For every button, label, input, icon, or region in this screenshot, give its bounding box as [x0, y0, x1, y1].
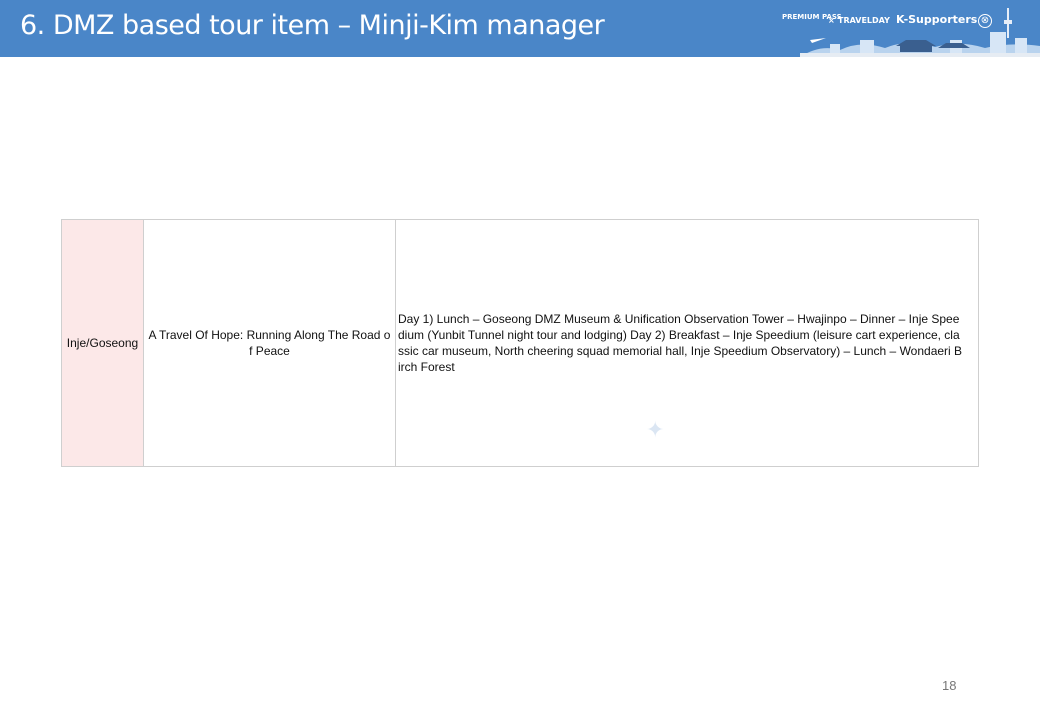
page-number: 18 — [942, 678, 957, 693]
itinerary-text: Day 1) Lunch – Goseong DMZ Museum & Unif… — [398, 312, 963, 374]
header-bar: 6. DMZ based tour item – Minji-Kim manag… — [0, 0, 1040, 57]
table-row: Inje/Goseong A Travel Of Hope: Running A… — [61, 219, 979, 467]
tour-name-cell: A Travel Of Hope: Running Along The Road… — [143, 219, 396, 467]
tour-table: Inje/Goseong A Travel Of Hope: Running A… — [61, 219, 979, 467]
slide-title: 6. DMZ based tour item – Minji-Kim manag… — [20, 10, 605, 41]
sparkle-icon: ✦ — [646, 417, 665, 442]
city-skyline-illustration — [800, 8, 1040, 57]
region-cell: Inje/Goseong — [61, 219, 144, 467]
itinerary-cell: Day 1) Lunch – Goseong DMZ Museum & Unif… — [395, 219, 979, 467]
